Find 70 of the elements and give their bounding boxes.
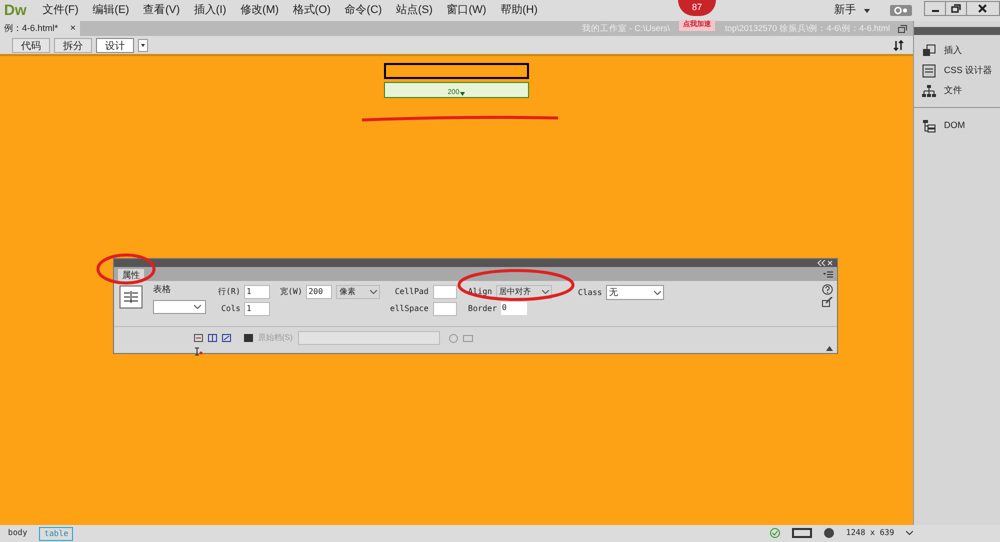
- unit-dropdown[interactable]: 像素: [336, 285, 380, 299]
- workspace-switcher[interactable]: 新手: [834, 2, 856, 19]
- field-label: ellSpace: [390, 303, 429, 315]
- document-tab[interactable]: 例：4-6.html* ×: [0, 21, 80, 36]
- convert-to-pixels-icon[interactable]: [208, 334, 217, 342]
- menu-item[interactable]: 格式(O): [292, 2, 331, 19]
- view-button[interactable]: 设计: [96, 38, 134, 52]
- caret-icon: [864, 8, 870, 12]
- tree-icon[interactable]: [922, 119, 936, 133]
- field-label: Border: [468, 302, 497, 314]
- check-icon: [770, 528, 780, 538]
- menu-item[interactable]: 命令(C): [344, 2, 382, 19]
- view-button[interactable]: 代码: [12, 38, 50, 52]
- input-field[interactable]: 200: [306, 285, 332, 299]
- field-label: 原始档(S): [258, 332, 293, 344]
- menu-item[interactable]: 插入(I): [194, 2, 226, 19]
- tag-selector[interactable]: body: [4, 526, 32, 540]
- input-field[interactable]: [432, 285, 457, 299]
- help-icon[interactable]: [822, 284, 833, 295]
- edit-icon[interactable]: [822, 297, 833, 307]
- menu-item[interactable]: 窗口(W): [446, 2, 486, 19]
- insert-icon[interactable]: [922, 44, 936, 58]
- align-dropdown[interactable]: 居中对齐: [496, 285, 552, 299]
- table-icon: [119, 285, 143, 309]
- field-label: CellPad: [394, 286, 429, 298]
- circle-annotation: [95, 252, 157, 286]
- menu-item[interactable]: 文件(F): [42, 2, 79, 19]
- table-id-dropdown[interactable]: [153, 300, 206, 314]
- text-cursor-icon[interactable]: [194, 347, 203, 356]
- panel-item[interactable]: DOM: [944, 119, 965, 133]
- menu-item[interactable]: 帮助(H): [500, 2, 538, 19]
- input-field[interactable]: 1: [244, 285, 270, 299]
- menu-item[interactable]: 站点(S): [396, 2, 433, 19]
- input-field[interactable]: [432, 302, 457, 316]
- panel-item[interactable]: CSS 设计器: [944, 64, 992, 78]
- class-dropdown[interactable]: 无: [606, 285, 664, 300]
- panel-item[interactable]: 文件: [944, 84, 962, 98]
- chevron-icon: [194, 304, 201, 308]
- input-field[interactable]: 0: [500, 302, 527, 315]
- field-label: Class: [578, 286, 602, 298]
- panel-tab[interactable]: 属性: [118, 269, 144, 281]
- restore-icon[interactable]: [898, 24, 907, 32]
- chevron-icon: [542, 290, 550, 294]
- device-icon[interactable]: [792, 528, 812, 538]
- element-type-label: 表格: [153, 283, 172, 296]
- field-label: 行(R): [218, 286, 240, 298]
- sort-icon[interactable]: [893, 40, 905, 50]
- table-outline[interactable]: [384, 63, 529, 79]
- menu-icon[interactable]: [823, 271, 833, 278]
- expand-icon[interactable]: [826, 346, 833, 351]
- convert-to-percent-icon[interactable]: [222, 334, 231, 342]
- collapse-icon[interactable]: [817, 260, 833, 266]
- css-icon[interactable]: [922, 64, 936, 78]
- chevron-icon: [654, 290, 662, 294]
- chevron-icon[interactable]: [906, 531, 914, 535]
- clear-heights-icon[interactable]: [194, 334, 203, 342]
- menu-item[interactable]: 查看(V): [143, 2, 180, 19]
- field-label: 宽(W): [280, 286, 302, 298]
- input-field[interactable]: 1: [244, 302, 270, 316]
- app-logo: Dw: [3, 3, 28, 18]
- caret-icon: [460, 92, 466, 96]
- menu-item[interactable]: 编辑(E): [92, 2, 130, 19]
- source-field[interactable]: [298, 331, 440, 345]
- panel-item[interactable]: 插入: [944, 44, 962, 58]
- tree-icon[interactable]: [922, 84, 936, 98]
- field-label: Cols: [221, 303, 240, 315]
- chevron-icon: [370, 290, 378, 294]
- window-size-dropdown[interactable]: 1248 x 639: [846, 527, 894, 539]
- view-button[interactable]: 拆分: [54, 38, 92, 52]
- menu-item[interactable]: 修改(M): [240, 2, 279, 19]
